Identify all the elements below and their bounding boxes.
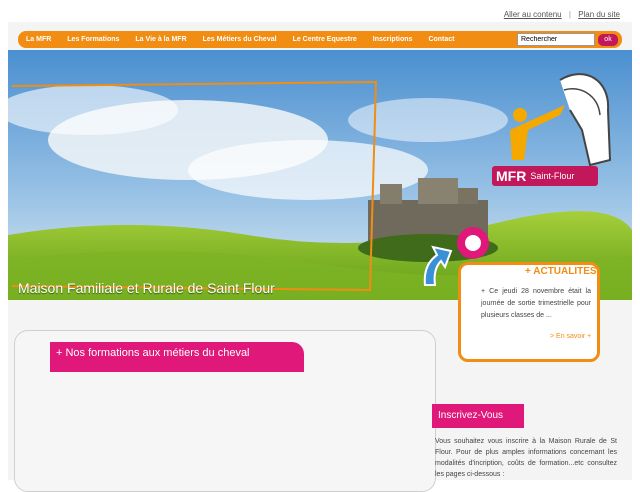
hero-title: Maison Familiale et Rurale de Saint Flou… xyxy=(18,280,275,296)
inscription-text: Vous souhaitez vous inscrire à la Maison… xyxy=(435,438,617,478)
main-nav: La MFR Les Formations La Vie à la MFR Le… xyxy=(18,31,622,48)
formations-heading: + Nos formations aux métiers du cheval xyxy=(50,342,304,372)
nav-item-inscriptions[interactable]: Inscriptions xyxy=(365,36,421,43)
nav-item-metiers[interactable]: Les Métiers du Cheval xyxy=(195,36,285,43)
search-button[interactable]: ok xyxy=(598,33,618,46)
top-links: Aller au contenu | Plan du site xyxy=(504,10,620,19)
mfr-logo-badge: MFR Saint-Flour xyxy=(492,166,598,186)
nav-item-centre[interactable]: Le Centre Equestre xyxy=(285,36,365,43)
nav-item-vie[interactable]: La Vie à la MFR xyxy=(127,36,194,43)
news-title: + ACTUALITES xyxy=(525,266,597,277)
separator: | xyxy=(568,10,571,19)
logo-mfr-text: MFR xyxy=(496,168,527,184)
nav-item-la-mfr[interactable]: La MFR xyxy=(18,36,59,43)
nav-item-formations[interactable]: Les Formations xyxy=(59,36,127,43)
news-more-link[interactable]: > En savoir + xyxy=(550,333,591,340)
logo-city-text: Saint-Flour xyxy=(530,171,575,181)
search-form: ok xyxy=(517,33,622,46)
nav-item-contact[interactable]: Contact xyxy=(420,36,462,43)
inscription-heading: Inscrivez-Vous xyxy=(432,404,524,428)
news-text: + Ce jeudi 28 novembre était la journée … xyxy=(481,288,591,319)
sitemap-link[interactable]: Plan du site xyxy=(578,10,620,19)
skip-to-content-link[interactable]: Aller au contenu xyxy=(504,10,562,19)
search-input[interactable] xyxy=(517,33,595,46)
